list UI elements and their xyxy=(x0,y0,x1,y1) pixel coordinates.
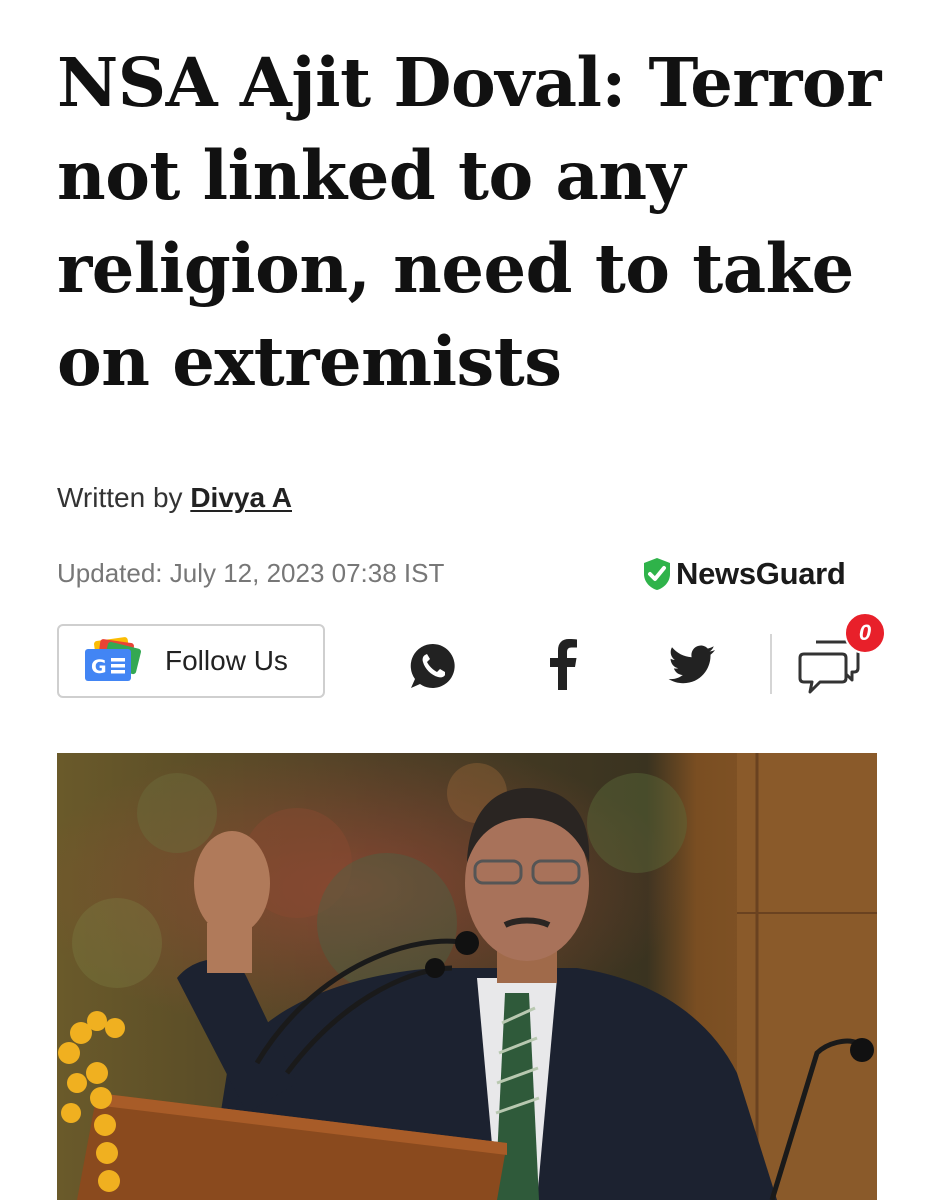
article-headline: NSA Ajit Doval: Terror not linked to any… xyxy=(57,43,881,401)
article-photo-illustration xyxy=(57,753,877,1200)
whatsapp-icon[interactable] xyxy=(408,641,458,691)
follow-us-label: Follow Us xyxy=(165,645,288,676)
comment-count-badge: 0 xyxy=(844,612,886,654)
author-link[interactable]: Divya A xyxy=(190,482,292,513)
svg-text:G: G xyxy=(91,656,107,678)
updated-timestamp: Updated: July 12, 2023 07:38 IST xyxy=(57,558,445,588)
google-news-icon: G xyxy=(85,637,142,681)
byline: Written by Divya A xyxy=(57,482,292,514)
facebook-icon[interactable] xyxy=(548,638,578,690)
byline-prefix: Written by xyxy=(57,482,183,513)
article-photo xyxy=(57,753,877,1200)
share-divider xyxy=(770,634,772,694)
newsguard-label: NewsGuard xyxy=(676,556,846,591)
newsguard-badge[interactable]: NewsGuard xyxy=(642,556,846,592)
twitter-icon[interactable] xyxy=(668,645,716,685)
follow-us-button[interactable]: G Follow Us xyxy=(57,624,325,698)
shield-check-icon xyxy=(644,558,670,590)
